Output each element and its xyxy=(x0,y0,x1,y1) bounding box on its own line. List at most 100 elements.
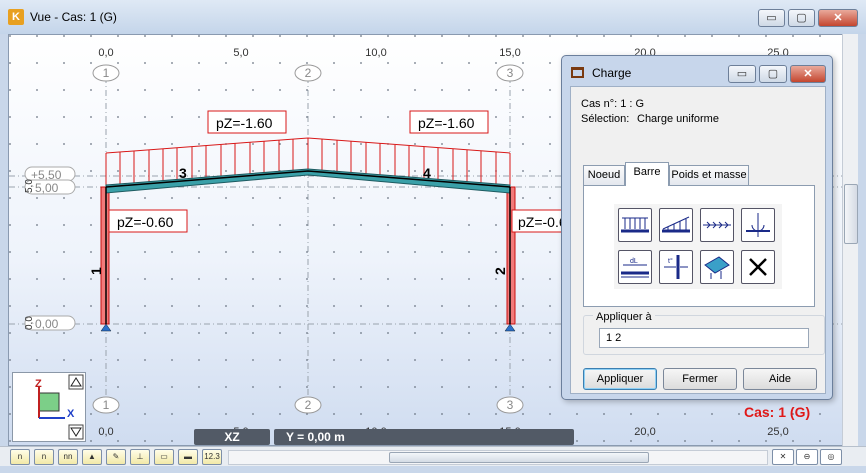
eye-icon: ◎ xyxy=(827,452,835,461)
window-title: Vue - Cas: 1 (G) xyxy=(30,10,117,24)
load-value: pZ=-0.6 xyxy=(518,214,567,230)
toggle-view-button[interactable]: ✕ xyxy=(772,449,794,465)
maximize-button[interactable]: ▢ xyxy=(788,9,815,27)
toolbar-button[interactable]: ✎ xyxy=(106,449,126,465)
dialog-title: Charge xyxy=(592,66,632,80)
moment-load-button[interactable] xyxy=(741,208,775,242)
section-icon: ⊥ xyxy=(136,452,144,461)
thermal-load-icon: t° xyxy=(664,255,688,279)
dialog-body: Cas n°: 1 : G Sélection: Charge uniforme… xyxy=(570,86,826,394)
tab-barre[interactable]: Barre xyxy=(625,162,669,186)
axial-load-icon xyxy=(703,221,731,229)
delete-load-button[interactable] xyxy=(741,250,775,284)
toolbar-button[interactable]: ⊥ xyxy=(130,449,150,465)
axial-load-button[interactable] xyxy=(700,208,734,242)
toggle-view-button[interactable]: ◎ xyxy=(820,449,842,465)
toolbar-button[interactable]: ▬ xyxy=(178,449,198,465)
surface-load-button[interactable] xyxy=(700,250,734,284)
grid-marker-label: 2 xyxy=(305,398,312,412)
thermal-load-button[interactable]: t° xyxy=(659,250,693,284)
trapezoidal-load-icon xyxy=(662,216,690,233)
dialog-close-button[interactable]: ✕ xyxy=(790,65,826,83)
beam-icon: ▬ xyxy=(184,452,192,461)
scroll-thumb[interactable] xyxy=(844,184,858,244)
load-value: pZ=-0.60 xyxy=(117,214,174,230)
ruler-top-label: 15,0 xyxy=(499,47,520,59)
tab-noeud[interactable]: Noeud xyxy=(583,165,625,185)
pencil-icon: ✎ xyxy=(112,452,120,461)
link-icon: ⊖ xyxy=(803,452,811,461)
tab-panel: dL t° xyxy=(583,185,815,307)
linear-load-button[interactable]: dL xyxy=(618,250,652,284)
dialog-maximize-button[interactable]: ▢ xyxy=(759,65,787,83)
load-icon: ▲ xyxy=(88,452,96,461)
svg-text:dL: dL xyxy=(630,258,638,265)
close-dialog-button[interactable]: Fermer xyxy=(663,368,737,390)
selection-value: Charge uniforme xyxy=(637,113,719,125)
toolbar-button[interactable]: n xyxy=(10,449,30,465)
grid-marker-label: 2 xyxy=(305,66,312,80)
bar-label: 2 xyxy=(492,267,508,275)
minimize-button[interactable]: ▭ xyxy=(758,9,785,27)
x-axis-label: X xyxy=(67,408,75,420)
moment-load-icon xyxy=(746,213,770,237)
apply-to-label: Appliquer à xyxy=(593,311,655,323)
load-table-icon xyxy=(571,67,584,78)
apply-to-input[interactable]: 1 2 xyxy=(599,328,809,348)
selection-label: Sélection: xyxy=(581,113,630,125)
toolbar-button[interactable]: ▲ xyxy=(82,449,102,465)
ruler-left-label: 5,0 xyxy=(24,179,35,193)
level-label: 5,00 xyxy=(35,181,59,195)
delete-icon xyxy=(749,258,767,276)
z-axis-label: Z xyxy=(35,378,42,390)
scroll-thumb[interactable] xyxy=(389,452,649,463)
toolbar-button[interactable]: 12.3 xyxy=(202,449,222,465)
dialog-minimize-button[interactable]: ▭ xyxy=(728,65,756,83)
toolbar-button[interactable]: n xyxy=(34,449,54,465)
ruler-top-label: 5,0 xyxy=(233,47,248,59)
vertical-scrollbar[interactable] xyxy=(842,34,858,446)
grid-marker-label: 3 xyxy=(507,398,514,412)
uniform-load-icon xyxy=(621,217,649,233)
ruler-bottom-label: 20,0 xyxy=(634,426,655,438)
support-icon: ▭ xyxy=(160,452,168,461)
coordinate-readout: Y = 0,00 m xyxy=(274,429,574,445)
ruler-bottom-label: 0,0 xyxy=(98,426,113,438)
ruler-top-label: 0,0 xyxy=(98,47,113,59)
toolbar-button[interactable]: ▭ xyxy=(154,449,174,465)
uniform-load-button[interactable] xyxy=(618,208,652,242)
plane-indicator: XZ xyxy=(194,429,270,445)
toggle-view-button[interactable]: ⊖ xyxy=(796,449,818,465)
bottom-toolbar: n n nn ▲ ✎ ⊥ ▭ ▬ 12.3 ✕ ⊖ ◎ xyxy=(0,446,866,466)
tab-poids-et-masse[interactable]: Poids et masse xyxy=(669,165,749,185)
horizontal-scrollbar[interactable] xyxy=(228,450,768,465)
level-label: 0,00 xyxy=(35,317,59,331)
ruler-bottom-label: 25,0 xyxy=(767,426,788,438)
toolbar-button[interactable]: nn xyxy=(58,449,78,465)
axis-navigator[interactable]: Z X xyxy=(12,372,86,442)
bar-label: 1 xyxy=(88,267,104,275)
svg-text:t°: t° xyxy=(668,257,673,265)
help-button[interactable]: Aide xyxy=(743,368,817,390)
apply-button[interactable]: Appliquer xyxy=(583,368,657,390)
surface-load-icon xyxy=(704,256,730,279)
frame-icon: ✕ xyxy=(779,452,787,461)
load-case-label: Cas: 1 (G) xyxy=(744,404,811,420)
grid-marker-label: 1 xyxy=(103,398,110,412)
view-cube-icon xyxy=(38,392,60,412)
load-value: pZ=-1.60 xyxy=(216,115,273,131)
case-info: Cas n°: 1 : G xyxy=(581,98,645,110)
ruler-left-label: 0,0 xyxy=(24,316,35,330)
grid-marker-label: 1 xyxy=(103,66,110,80)
load-value: pZ=-1.60 xyxy=(418,115,475,131)
dl-load-icon: dL xyxy=(621,258,649,278)
trapezoidal-load-button[interactable] xyxy=(659,208,693,242)
ruler-top-label: 10,0 xyxy=(365,47,386,59)
window-titlebar: K Vue - Cas: 1 (G) ▭ ▢ ✕ xyxy=(0,0,866,34)
close-button[interactable]: ✕ xyxy=(818,9,858,27)
bar-label: 4 xyxy=(423,165,431,181)
bar-label: 3 xyxy=(179,165,187,181)
app-logo-icon: K xyxy=(8,9,24,25)
charge-dialog: Charge ▭ ▢ ✕ Cas n°: 1 : G Sélection: Ch… xyxy=(561,55,833,400)
load-type-grid: dL t° xyxy=(614,204,782,289)
